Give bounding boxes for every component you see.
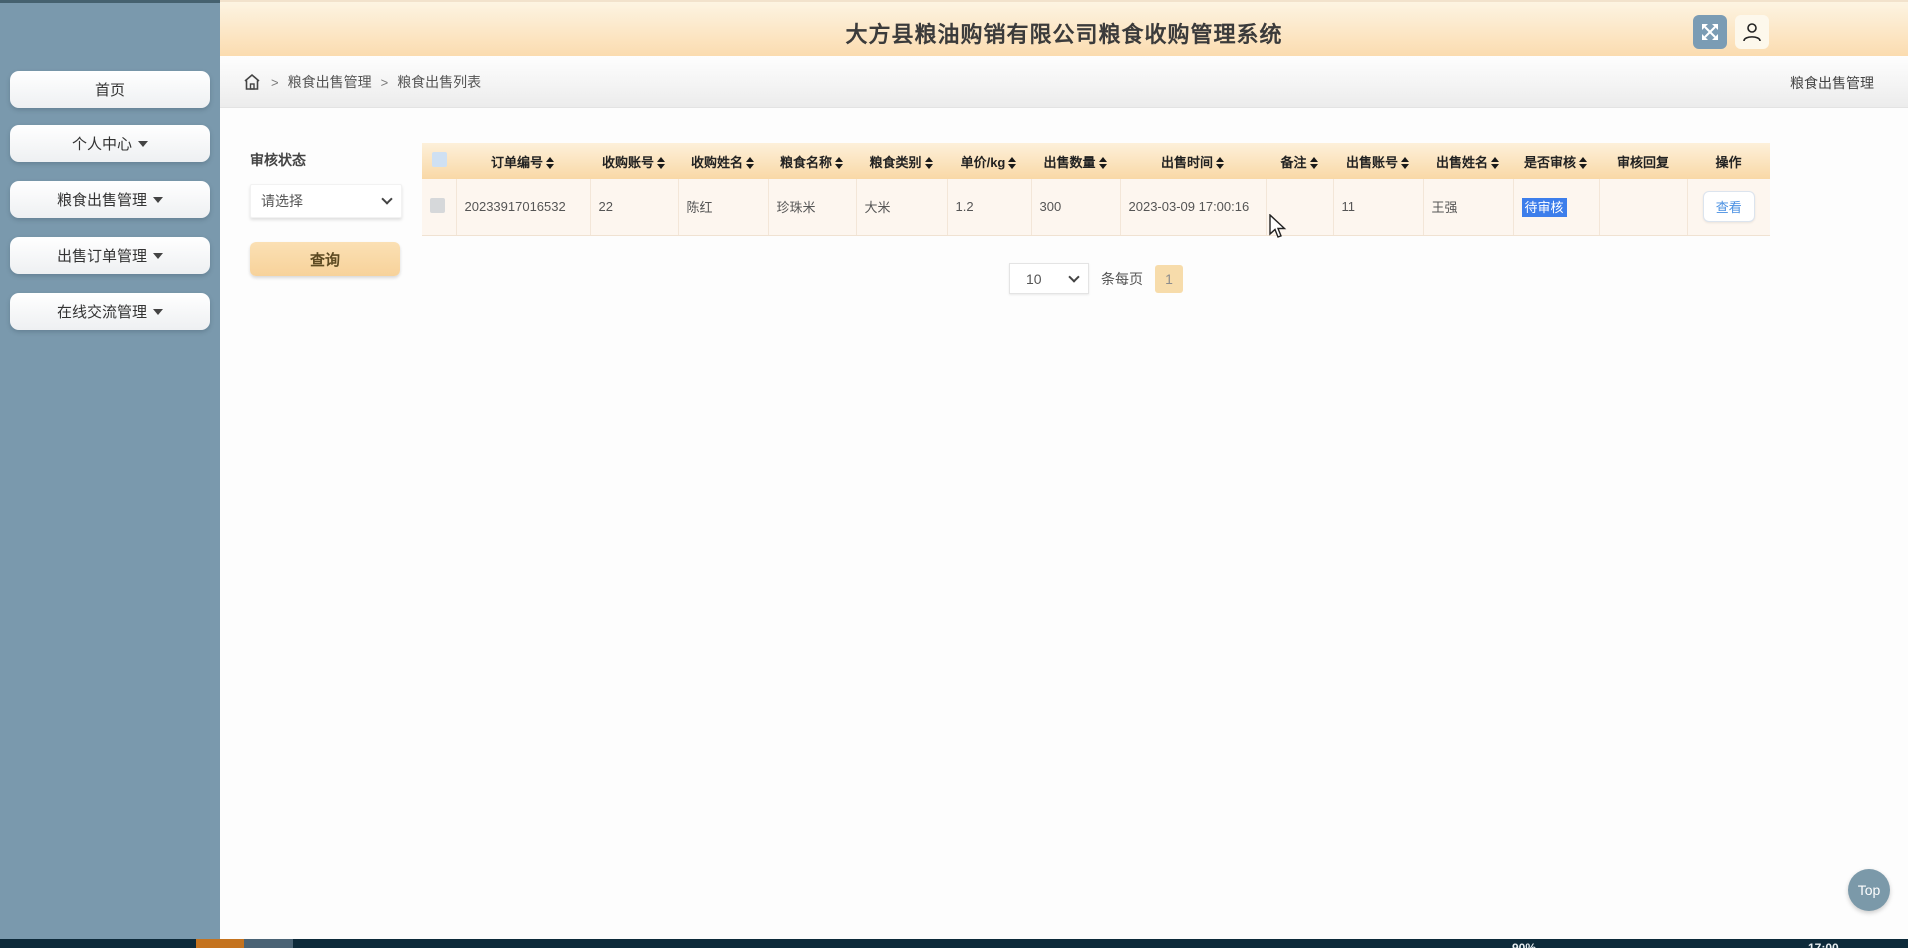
chevron-down-icon — [381, 193, 393, 205]
breadcrumb-separator: > — [271, 74, 279, 90]
sort-icon — [1098, 157, 1108, 170]
sidebar-item-online-chat-mgmt[interactable]: 在线交流管理 — [10, 293, 210, 330]
cell-grain-name: 珍珠米 — [768, 179, 857, 236]
cell-order-no: 20233917016532 — [456, 179, 591, 236]
cell-grain-type: 大米 — [856, 179, 948, 236]
user-icon — [1743, 23, 1761, 42]
current-module-label: 粮食出售管理 — [1790, 75, 1874, 91]
status-bar: 90% 17:00 — [0, 939, 1908, 948]
audit-status-select[interactable]: 请选择 — [250, 184, 402, 218]
sort-icon — [746, 157, 755, 170]
col-remark[interactable]: 备注 — [1266, 143, 1333, 179]
col-actions: 操作 — [1687, 143, 1770, 179]
col-buyer-account[interactable]: 收购账号 — [590, 143, 678, 179]
sidebar: 首页 个人中心 粮食出售管理 出售订单管理 在线交流管理 — [0, 0, 220, 940]
grain-sale-table: 订单编号 收购账号 收购姓名 粮食名称 粮食类别 单价/kg 出售数量 出售时间… — [422, 143, 1770, 236]
page-size-select[interactable]: 10 — [1009, 263, 1089, 294]
cell-actions: 查看 — [1687, 179, 1770, 236]
sort-icon — [1579, 157, 1588, 170]
cell-buyer-name: 陈红 — [678, 179, 769, 236]
col-audit-reply: 审核回复 — [1599, 143, 1687, 179]
statusbar-gray-segment — [244, 939, 293, 948]
user-profile-button[interactable] — [1735, 15, 1769, 49]
col-sell-time[interactable]: 出售时间 — [1120, 143, 1266, 179]
sort-icon — [657, 157, 666, 170]
select-value: 请选择 — [261, 193, 303, 209]
page-title: 大方县粮油购销有限公司粮食收购管理系统 — [845, 22, 1283, 47]
col-grain-type[interactable]: 粮食类别 — [856, 143, 947, 179]
cell-unit-price: 1.2 — [947, 179, 1032, 236]
breadcrumb: > 粮食出售管理 > 粮食出售列表 — [242, 72, 481, 92]
cell-buyer-account: 22 — [590, 179, 679, 236]
col-unit-price[interactable]: 单价/kg — [947, 143, 1031, 179]
sort-icon — [1401, 157, 1410, 170]
fullscreen-expand-icon — [1702, 24, 1718, 40]
sort-icon — [1008, 157, 1017, 170]
sidebar-item-label: 粮食出售管理 — [56, 192, 147, 209]
sort-icon — [1491, 157, 1500, 170]
table-header-row: 订单编号 收购账号 收购姓名 粮食名称 粮食类别 单价/kg 出售数量 出售时间… — [422, 143, 1770, 179]
main-content: 审核状态 请选择 查询 订单编号 收购账号 收购姓名 粮食名称 粮食类别 单价/… — [220, 108, 1908, 940]
cell-seller-name: 王强 — [1423, 179, 1514, 236]
sidebar-item-label: 首页 — [94, 82, 125, 99]
cell-quantity: 300 — [1031, 179, 1121, 236]
sidebar-item-home[interactable]: 首页 — [10, 71, 210, 108]
sort-icon — [1309, 157, 1319, 170]
search-button[interactable]: 查询 — [250, 242, 400, 276]
breadcrumb-bar: > 粮食出售管理 > 粮食出售列表 粮食出售管理 — [220, 56, 1908, 108]
sidebar-item-grain-sale-mgmt[interactable]: 粮食出售管理 — [10, 181, 210, 218]
cell-sell-time: 2023-03-09 17:00:16 — [1120, 179, 1267, 236]
col-buyer-name[interactable]: 收购姓名 — [678, 143, 768, 179]
breadcrumb-item-grain-sale-list[interactable]: 粮食出售列表 — [397, 72, 481, 92]
sidebar-item-label: 出售订单管理 — [56, 248, 147, 265]
col-grain-name[interactable]: 粮食名称 — [768, 143, 856, 179]
statusbar-zoom-level: 90% — [1512, 941, 1537, 948]
chevron-down-icon — [153, 252, 163, 259]
sort-icon — [835, 157, 844, 170]
per-page-label: 条每页 — [1101, 270, 1143, 287]
sidebar-item-personal-center[interactable]: 个人中心 — [10, 125, 210, 162]
cell-audit-status: 待审核 — [1513, 179, 1600, 236]
statusbar-orange-segment — [196, 939, 244, 948]
sort-icon — [924, 157, 934, 170]
table-row: 20233917016532 22 陈红 珍珠米 大米 1.2 300 2023… — [422, 179, 1770, 236]
col-order-no[interactable]: 订单编号 — [456, 143, 590, 179]
col-audit-status[interactable]: 是否审核 — [1513, 143, 1599, 179]
status-badge: 待审核 — [1521, 198, 1567, 218]
sidebar-item-label: 在线交流管理 — [56, 304, 147, 321]
page-size-value: 10 — [1026, 270, 1042, 287]
chevron-down-icon — [1068, 270, 1080, 283]
back-to-top-button[interactable]: Top — [1848, 869, 1890, 911]
filter-status-label: 审核状态 — [250, 152, 306, 168]
cell-audit-reply — [1599, 179, 1688, 236]
page-number-button[interactable]: 1 — [1155, 264, 1183, 293]
app-header: 大方县粮油购销有限公司粮食收购管理系统 — [220, 0, 1908, 56]
header-select-all — [422, 143, 456, 179]
chevron-down-icon — [138, 140, 148, 147]
cell-remark — [1266, 179, 1334, 236]
view-button[interactable]: 查看 — [1702, 191, 1755, 223]
breadcrumb-item-grain-sale-mgmt[interactable]: 粮食出售管理 — [288, 72, 372, 92]
select-all-checkbox[interactable] — [431, 152, 447, 167]
sidebar-item-label: 个人中心 — [71, 136, 132, 153]
chevron-down-icon — [153, 308, 163, 315]
chevron-down-icon — [153, 196, 163, 203]
col-seller-account[interactable]: 出售账号 — [1333, 143, 1423, 179]
pagination: 10 条每页 1 — [422, 263, 1770, 294]
sidebar-item-sale-order-mgmt[interactable]: 出售订单管理 — [10, 237, 210, 274]
col-quantity[interactable]: 出售数量 — [1031, 143, 1120, 179]
cell-seller-account: 11 — [1333, 179, 1424, 236]
fullscreen-button[interactable] — [1693, 15, 1727, 49]
statusbar-clock: 17:00 — [1808, 941, 1839, 948]
page: 首页 个人中心 粮食出售管理 出售订单管理 在线交流管理 大方县粮油购销有限公司… — [0, 0, 1908, 948]
cell-select — [422, 179, 457, 236]
sort-icon — [546, 157, 555, 170]
breadcrumb-separator: > — [380, 74, 389, 90]
home-icon[interactable] — [242, 72, 262, 92]
col-seller-name[interactable]: 出售姓名 — [1423, 143, 1513, 179]
row-checkbox[interactable] — [430, 197, 445, 213]
sort-icon — [1216, 157, 1225, 170]
